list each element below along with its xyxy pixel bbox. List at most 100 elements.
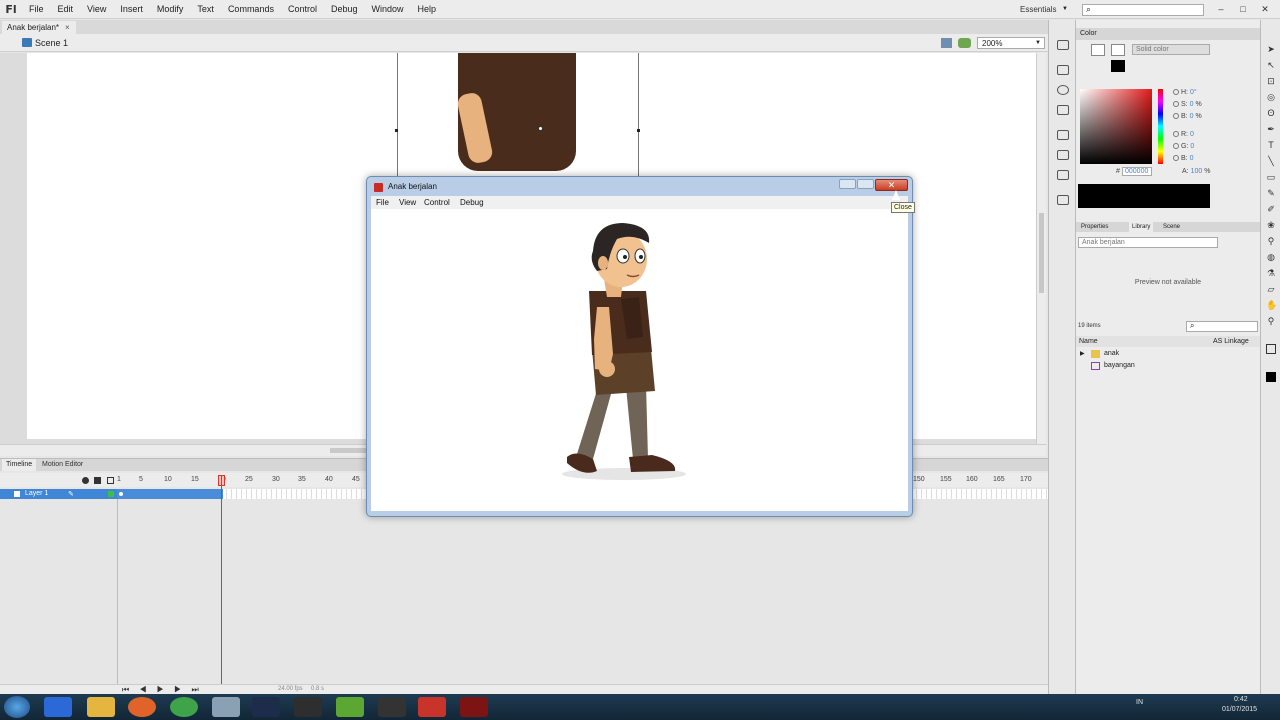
layer-row[interactable]: Layer 1 ✎ — [0, 489, 117, 499]
stage-vertical-scrollbar[interactable] — [1036, 53, 1046, 444]
menu-help[interactable]: Help — [411, 0, 444, 19]
file-explorer-icon[interactable] — [87, 697, 115, 717]
fill-color-swatch[interactable] — [1111, 44, 1125, 56]
history-icon[interactable] — [1057, 195, 1069, 205]
selected-frames[interactable] — [117, 489, 223, 499]
library-item[interactable]: bayangan — [1076, 360, 1260, 372]
hex-input[interactable]: 000000 — [1122, 167, 1152, 176]
motion-presets-icon[interactable] — [1057, 170, 1069, 180]
green-row[interactable]: G: 0 — [1173, 143, 1194, 150]
system-tool-icon[interactable] — [212, 697, 240, 717]
menu-file[interactable]: File — [22, 0, 51, 19]
eraser-tool-icon[interactable]: ▱ — [1266, 284, 1276, 294]
minimize-button[interactable]: – — [1214, 3, 1228, 15]
red-row[interactable]: R: 0 — [1173, 131, 1194, 138]
tab-library[interactable]: Library — [1129, 222, 1154, 232]
text-tool-icon[interactable]: T — [1266, 140, 1276, 150]
flash-player-window[interactable]: Anak berjalan ✕ File View Control Debug — [366, 176, 913, 517]
black-swatch[interactable] — [1111, 60, 1125, 72]
zoom-tool-icon[interactable]: ⚲ — [1266, 316, 1276, 326]
menu-edit[interactable]: Edit — [51, 0, 81, 19]
scene-breadcrumb[interactable]: Scene 1 — [35, 36, 68, 50]
close-button[interactable]: ✕ — [1258, 3, 1272, 15]
blue-row[interactable]: B: 0 — [1173, 155, 1193, 162]
rectangle-tool-icon[interactable]: ▭ — [1266, 172, 1276, 182]
player-canvas[interactable] — [371, 209, 908, 511]
lasso-tool-icon[interactable]: ʘ — [1266, 108, 1276, 118]
chrome-icon[interactable] — [170, 697, 198, 717]
player-menu-control[interactable]: Control — [424, 196, 450, 209]
hue-slider[interactable] — [1158, 89, 1163, 164]
components-icon[interactable] — [1057, 150, 1069, 160]
player-menu-file[interactable]: File — [376, 196, 389, 209]
info-icon[interactable] — [1057, 85, 1069, 95]
menu-commands[interactable]: Commands — [221, 0, 281, 19]
player-menu-debug[interactable]: Debug — [460, 196, 484, 209]
windows-start-button[interactable] — [4, 696, 30, 718]
tab-motion-editor[interactable]: Motion Editor — [38, 459, 87, 471]
close-tab-icon[interactable]: × — [65, 23, 70, 32]
free-transform-tool-icon[interactable]: ⊡ — [1266, 76, 1276, 86]
subselection-tool-icon[interactable]: ↖ — [1266, 60, 1276, 70]
transform-handle[interactable] — [637, 129, 640, 132]
document-tab[interactable]: Anak berjalan* × — [2, 21, 76, 34]
stroke-color-swatch[interactable] — [1091, 44, 1105, 56]
fill-color-icon[interactable] — [1266, 372, 1276, 382]
media-player-icon[interactable] — [44, 697, 72, 717]
bone-tool-icon[interactable]: ⚲ — [1266, 236, 1276, 246]
deco-tool-icon[interactable]: ❀ — [1266, 220, 1276, 230]
saturation-row[interactable]: S: 0 % — [1173, 101, 1202, 108]
pencil-tool-icon[interactable]: ✎ — [1266, 188, 1276, 198]
transform-pivot[interactable] — [538, 126, 543, 131]
chevron-down-icon[interactable]: ▼ — [1062, 6, 1068, 12]
flash-professional-icon[interactable] — [460, 697, 488, 717]
menu-control[interactable]: Control — [281, 0, 324, 19]
outline-icon[interactable] — [107, 477, 114, 484]
selection-tool-icon[interactable]: ➤ — [1266, 44, 1276, 54]
column-as-linkage[interactable]: AS Linkage — [1213, 336, 1249, 347]
eye-icon[interactable] — [82, 477, 89, 484]
align-icon[interactable] — [1057, 65, 1069, 75]
library-search-input[interactable]: ⌕ — [1186, 321, 1258, 332]
maximize-button[interactable]: □ — [1236, 3, 1250, 15]
flash-player-taskbar-icon[interactable] — [418, 697, 446, 717]
hue-row[interactable]: H: 0° — [1173, 89, 1197, 96]
line-tool-icon[interactable]: ╲ — [1266, 156, 1276, 166]
workspace-switcher[interactable]: Essentials — [1020, 0, 1056, 19]
tab-timeline[interactable]: Timeline — [2, 459, 37, 471]
menu-view[interactable]: View — [80, 0, 113, 19]
clock-time[interactable]: 0:42 — [1234, 696, 1248, 703]
scrollbar-thumb[interactable] — [1039, 213, 1044, 293]
menu-window[interactable]: Window — [365, 0, 411, 19]
menu-insert[interactable]: Insert — [113, 0, 150, 19]
transform-icon[interactable] — [1057, 105, 1069, 115]
library-document-select[interactable]: Anak berjalan — [1078, 237, 1218, 248]
transform-handle[interactable] — [395, 129, 398, 132]
keyframe-icon[interactable] — [119, 492, 123, 496]
menu-debug[interactable]: Debug — [324, 0, 365, 19]
library-item[interactable]: ▶ anak — [1076, 348, 1260, 360]
color-picker-field[interactable] — [1080, 89, 1152, 164]
illustrator-icon[interactable] — [294, 697, 322, 717]
brightness-row[interactable]: B: 0 % — [1173, 113, 1202, 120]
pen-tool-icon[interactable]: ✒ — [1266, 124, 1276, 134]
clock-date[interactable]: 01/07/2015 — [1222, 706, 1257, 713]
utorrent-icon[interactable] — [336, 697, 364, 717]
edit-scene-icon[interactable] — [958, 38, 971, 48]
column-name[interactable]: Name — [1079, 336, 1098, 347]
layer-color-icon[interactable] — [108, 491, 114, 497]
firefox-icon[interactable] — [128, 697, 156, 717]
layer-name[interactable]: Layer 1 — [25, 489, 48, 499]
photoshop-icon[interactable] — [252, 697, 280, 717]
player-menu-view[interactable]: View — [399, 196, 416, 209]
help-search-input[interactable]: ⌕ — [1082, 4, 1204, 16]
recorder-icon[interactable] — [378, 697, 406, 717]
zoom-select[interactable]: 200% ▼ — [977, 37, 1045, 49]
playhead[interactable] — [221, 475, 222, 690]
eyedropper-tool-icon[interactable]: ⚗ — [1266, 268, 1276, 278]
player-maximize-button[interactable] — [857, 179, 874, 189]
language-indicator[interactable]: IN — [1136, 699, 1143, 706]
lock-icon[interactable] — [94, 477, 101, 484]
hand-tool-icon[interactable]: ✋ — [1266, 300, 1277, 310]
swatches-icon[interactable] — [1057, 40, 1069, 50]
